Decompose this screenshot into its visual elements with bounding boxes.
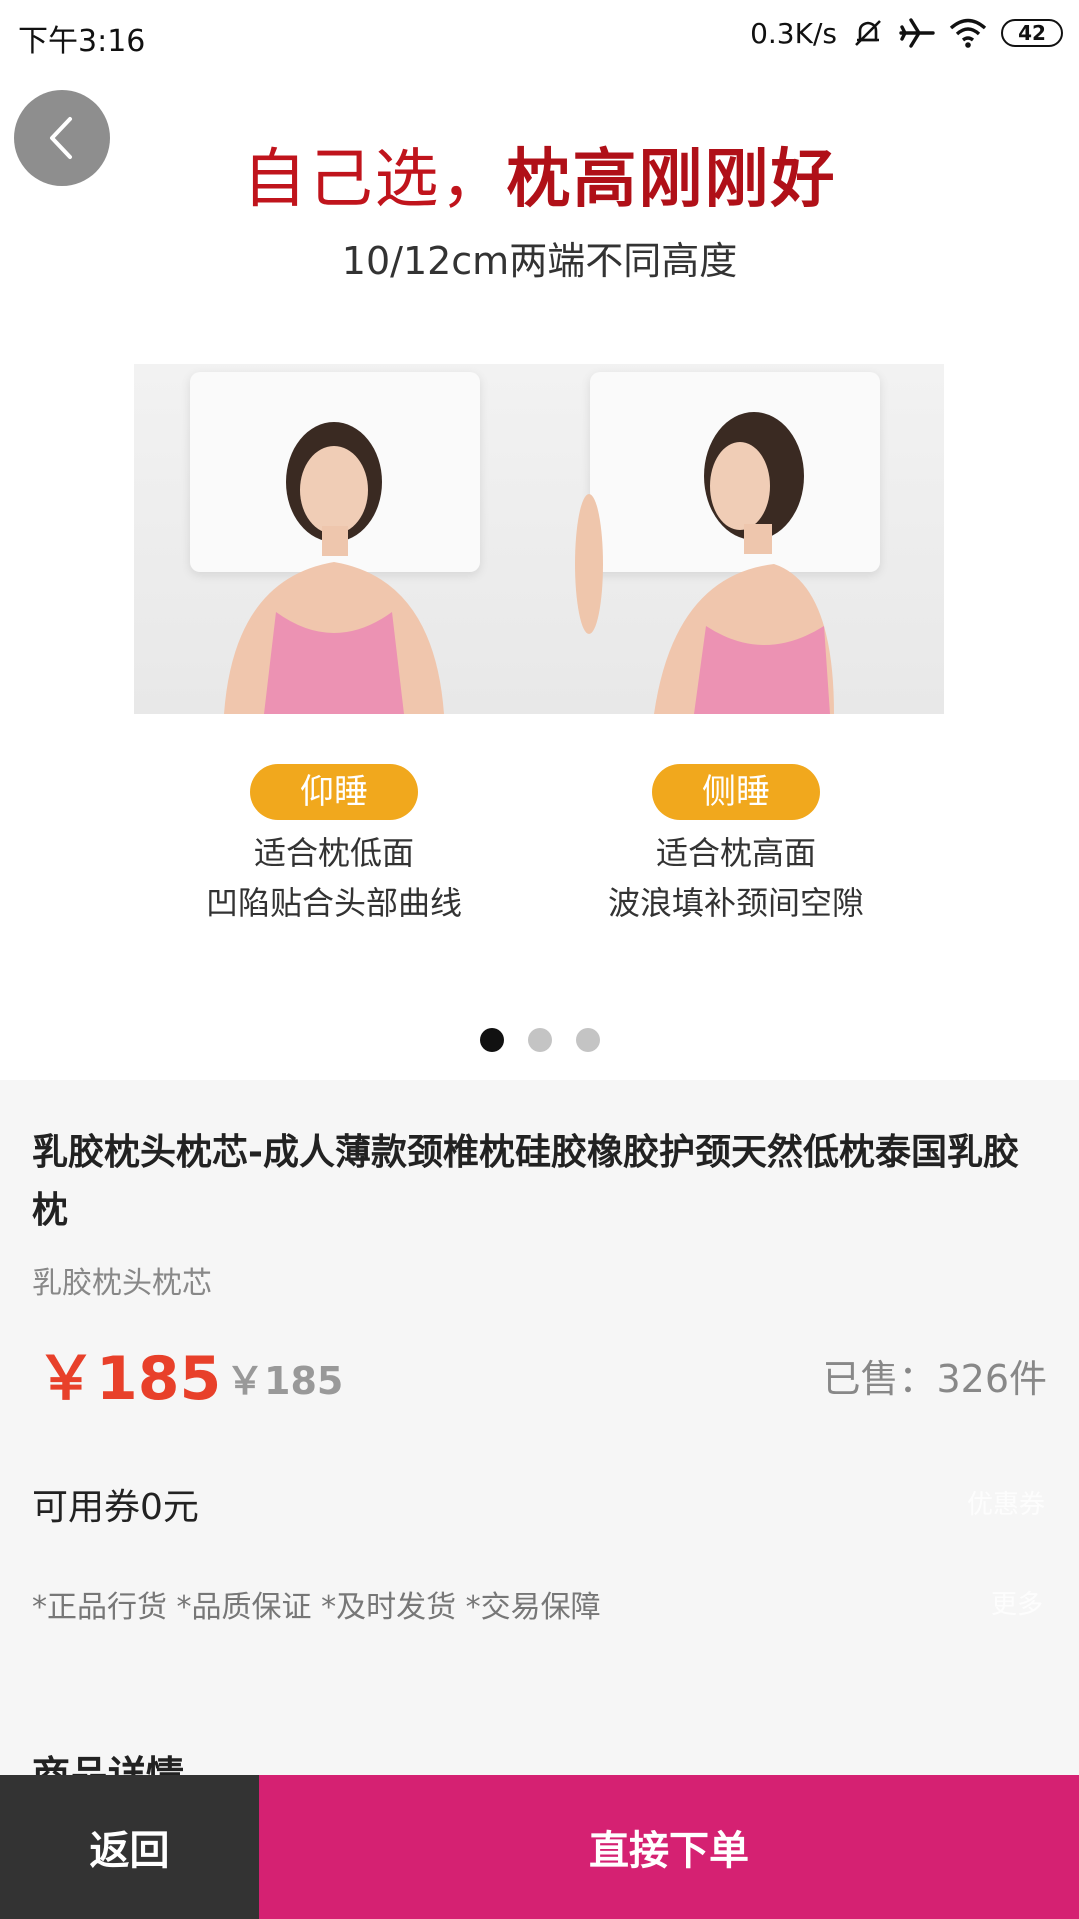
pose-desc-back-line1: 适合枕低面 — [253, 834, 414, 872]
pose-tag-back: 仰睡 — [250, 764, 418, 820]
model-illustration — [224, 412, 834, 714]
airplane-icon — [899, 16, 935, 50]
current-price: ￥185 — [36, 1344, 222, 1414]
carousel-dot[interactable] — [479, 1028, 504, 1052]
pose-tag-side: 侧睡 — [652, 764, 820, 820]
status-icons: 0.3K/s 42 — [750, 16, 1063, 50]
pose-desc-side-line1: 适合枕高面 — [655, 834, 816, 872]
more-link[interactable]: 更多 — [991, 1584, 1043, 1621]
carousel-dot[interactable] — [527, 1028, 552, 1052]
product-photo — [134, 364, 944, 714]
coupon-info: 可用券0元 — [32, 1487, 199, 1528]
coupon-link[interactable]: 优惠券 — [967, 1484, 1045, 1521]
chevron-left-icon — [50, 117, 72, 159]
back-button[interactable] — [14, 90, 110, 186]
back-text-button[interactable]: 返回 — [0, 1775, 259, 1919]
wifi-icon — [949, 17, 987, 49]
banner-headline: 自己选，枕高刚刚好 — [0, 140, 1079, 220]
status-time: 下午3:16 — [18, 24, 146, 59]
network-speed: 0.3K/s — [750, 16, 837, 50]
mute-icon — [851, 16, 885, 50]
battery-icon: 42 — [1001, 19, 1063, 47]
original-price: ￥185 — [226, 1359, 344, 1403]
sold-count: 已售：326件 — [822, 1357, 1047, 1401]
order-now-button[interactable]: 直接下单 — [259, 1775, 1079, 1919]
carousel-indicator — [0, 1028, 1079, 1052]
banner-headline-prefix: 自己选， — [242, 143, 507, 217]
product-detail-page: 下午3:16 0.3K/s 42 自己选，枕高刚刚好 10/12cm两端不同高度… — [0, 0, 1079, 1919]
banner-headline-emphasis: 枕高刚刚好 — [506, 143, 837, 217]
pose-desc-side: 适合枕高面 波浪填补颈间空隙 — [566, 828, 906, 928]
status-bar: 下午3:16 0.3K/s 42 — [0, 0, 1079, 72]
bottom-action-bar: 返回 直接下单 — [0, 1775, 1079, 1919]
banner-subtitle: 10/12cm两端不同高度 — [341, 239, 738, 283]
product-title: 乳胶枕头枕芯-成人薄款颈椎枕硅胶橡胶护颈天然低枕泰国乳胶枕 — [32, 1132, 1019, 1231]
carousel-dot[interactable] — [575, 1028, 600, 1052]
product-subtitle: 乳胶枕头枕芯 — [32, 1266, 212, 1301]
pose-desc-back-line2: 凹陷贴合头部曲线 — [205, 884, 462, 922]
pose-desc-side-line2: 波浪填补颈间空隙 — [607, 884, 864, 922]
service-guarantees: *正品行货 *品质保证 *及时发货 *交易保障 — [32, 1590, 601, 1625]
pose-desc-back: 适合枕低面 凹陷贴合头部曲线 — [164, 828, 504, 928]
product-image-carousel[interactable]: 自己选，枕高刚刚好 10/12cm两端不同高度 仰睡 适合枕低面 凹陷贴合头部曲… — [0, 72, 1079, 1080]
